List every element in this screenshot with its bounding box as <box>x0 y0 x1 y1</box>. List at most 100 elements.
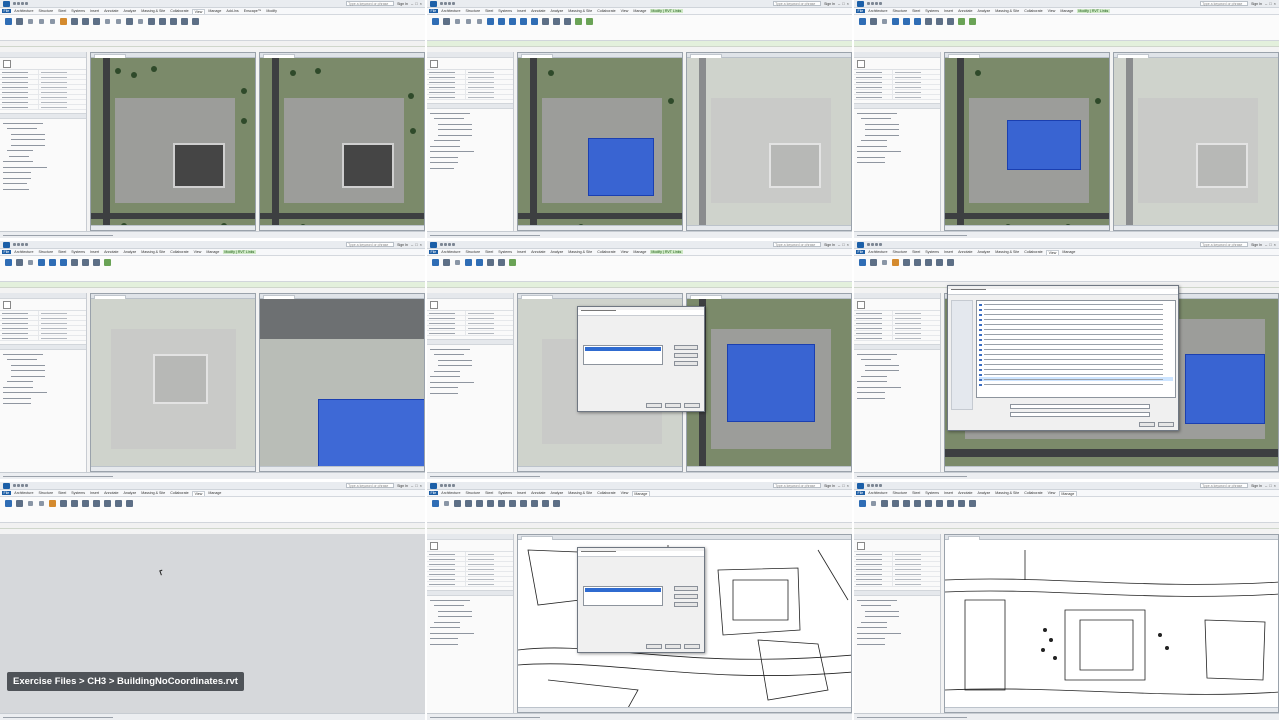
maximize-icon[interactable]: □ <box>415 1 417 6</box>
positions-list[interactable] <box>583 345 663 365</box>
ok-button[interactable] <box>646 403 662 408</box>
rename-button[interactable] <box>674 594 698 599</box>
modify-button[interactable] <box>431 18 439 29</box>
file-list[interactable] <box>976 300 1176 398</box>
list-item[interactable] <box>979 337 1173 341</box>
tab-analyze[interactable]: Analyze <box>549 9 565 13</box>
cut-button[interactable] <box>464 18 472 29</box>
tab-architecture[interactable]: Architecture <box>867 9 889 13</box>
help-button[interactable] <box>684 403 700 408</box>
macros-button[interactable] <box>541 500 549 511</box>
tab-file[interactable]: File <box>2 9 11 13</box>
tab-insert[interactable]: Insert <box>516 9 528 13</box>
tab-massing-site[interactable]: Massing & Site <box>567 9 594 13</box>
macros-button[interactable] <box>957 500 965 511</box>
tab-view[interactable]: View <box>619 9 630 13</box>
tab-file[interactable]: File <box>429 250 438 254</box>
dynamo-button[interactable] <box>968 500 976 511</box>
tab-structure[interactable]: Structure <box>37 9 55 13</box>
search-input[interactable]: Type a keyword or phrase <box>346 1 395 6</box>
list-item[interactable] <box>979 302 1173 306</box>
tab-steel[interactable]: Steel <box>911 491 922 495</box>
modify-button[interactable] <box>858 500 866 511</box>
cancel-button[interactable] <box>665 644 681 649</box>
manage-project-button[interactable] <box>913 500 921 511</box>
properties-button[interactable] <box>15 259 23 270</box>
close-inactive-button[interactable] <box>158 18 166 29</box>
tab-architecture[interactable]: Architecture <box>13 250 35 254</box>
application-menu-icon[interactable] <box>857 482 864 489</box>
tab-insert[interactable]: Insert <box>516 250 528 254</box>
application-menu-icon[interactable] <box>857 0 864 7</box>
duplicate-button[interactable] <box>674 345 698 350</box>
switch-windows-button[interactable] <box>103 500 111 511</box>
design-options-button[interactable] <box>486 500 494 511</box>
sheet-button[interactable] <box>92 500 100 511</box>
measure-button[interactable] <box>81 259 89 270</box>
sign-in-link[interactable]: Sign In <box>824 2 835 6</box>
tab-systems[interactable]: Systems <box>924 491 941 495</box>
paste-button[interactable] <box>880 18 888 29</box>
minimize-icon[interactable]: – <box>838 242 840 247</box>
user-interface-button[interactable] <box>946 259 954 270</box>
tab-view[interactable]: View <box>1046 249 1059 255</box>
tab-structure[interactable]: Structure <box>37 491 55 495</box>
dynamo-button[interactable] <box>552 500 560 511</box>
close-icon[interactable]: × <box>1274 1 1276 6</box>
tab-architecture[interactable]: Architecture <box>13 9 35 13</box>
tab-insert[interactable]: Insert <box>516 491 528 495</box>
tab-collaborate[interactable]: Collaborate <box>169 9 190 13</box>
list-item[interactable] <box>979 332 1173 336</box>
paste-button[interactable] <box>453 259 461 270</box>
section-button[interactable] <box>70 500 78 511</box>
tab-manage[interactable]: Manage <box>1061 250 1077 254</box>
sheet-button[interactable] <box>125 18 133 29</box>
list-item[interactable] <box>979 352 1173 356</box>
quick-access-icon[interactable] <box>13 2 28 5</box>
selection-button[interactable] <box>519 500 527 511</box>
sign-in-link[interactable]: Sign In <box>1251 2 1262 6</box>
list-item[interactable] <box>979 342 1173 346</box>
user-interface-button[interactable] <box>125 500 133 511</box>
tab-collaborate[interactable]: Collaborate <box>596 250 617 254</box>
location-weather-site-dialog[interactable] <box>577 547 705 653</box>
sites-list[interactable] <box>583 586 663 606</box>
cancel-button[interactable] <box>665 403 681 408</box>
selection-button[interactable] <box>935 500 943 511</box>
switch-windows-button[interactable] <box>935 259 943 270</box>
view-level-1-option-1[interactable] <box>944 52 1110 231</box>
duplicate-button[interactable] <box>674 586 698 591</box>
sign-in-link[interactable]: Sign In <box>824 484 835 488</box>
tab-annotate[interactable]: Annotate <box>530 250 547 254</box>
modify-button[interactable] <box>4 18 12 29</box>
project-browser-tree[interactable] <box>427 596 513 648</box>
rotate-button[interactable] <box>913 18 921 29</box>
visibility-graphics-button[interactable] <box>26 500 34 511</box>
tab-steel[interactable]: Steel <box>57 491 68 495</box>
rename-button[interactable] <box>674 353 698 358</box>
tab-steel[interactable]: Steel <box>484 250 495 254</box>
tab-view[interactable]: View <box>192 490 205 496</box>
tab-collaborate[interactable]: Collaborate <box>596 9 617 13</box>
maximize-icon[interactable]: □ <box>842 1 844 6</box>
tab-architecture[interactable]: Architecture <box>440 250 462 254</box>
tab-annotate[interactable]: Annotate <box>103 491 120 495</box>
list-item[interactable] <box>979 357 1173 361</box>
tab-insert[interactable]: Insert <box>89 9 101 13</box>
quick-access-icon[interactable] <box>440 484 455 487</box>
tab-annotate[interactable]: Annotate <box>530 9 547 13</box>
tab-insert[interactable]: Insert <box>943 491 955 495</box>
tab-steel[interactable]: Steel <box>484 491 495 495</box>
sign-in-link[interactable]: Sign In <box>1251 484 1262 488</box>
render-button[interactable] <box>59 18 67 29</box>
tab-massing-site[interactable]: Massing & Site <box>567 250 594 254</box>
list-item[interactable] <box>979 377 1173 381</box>
callout-button[interactable] <box>92 18 100 29</box>
thin-lines-button[interactable] <box>37 500 45 511</box>
search-input[interactable]: Type a keyword or phrase <box>1200 483 1249 488</box>
application-menu-icon[interactable] <box>3 482 10 489</box>
application-menu-icon[interactable] <box>430 0 437 7</box>
location-button[interactable] <box>453 500 461 511</box>
list-item[interactable] <box>979 312 1173 316</box>
quick-access-icon[interactable] <box>867 484 882 487</box>
